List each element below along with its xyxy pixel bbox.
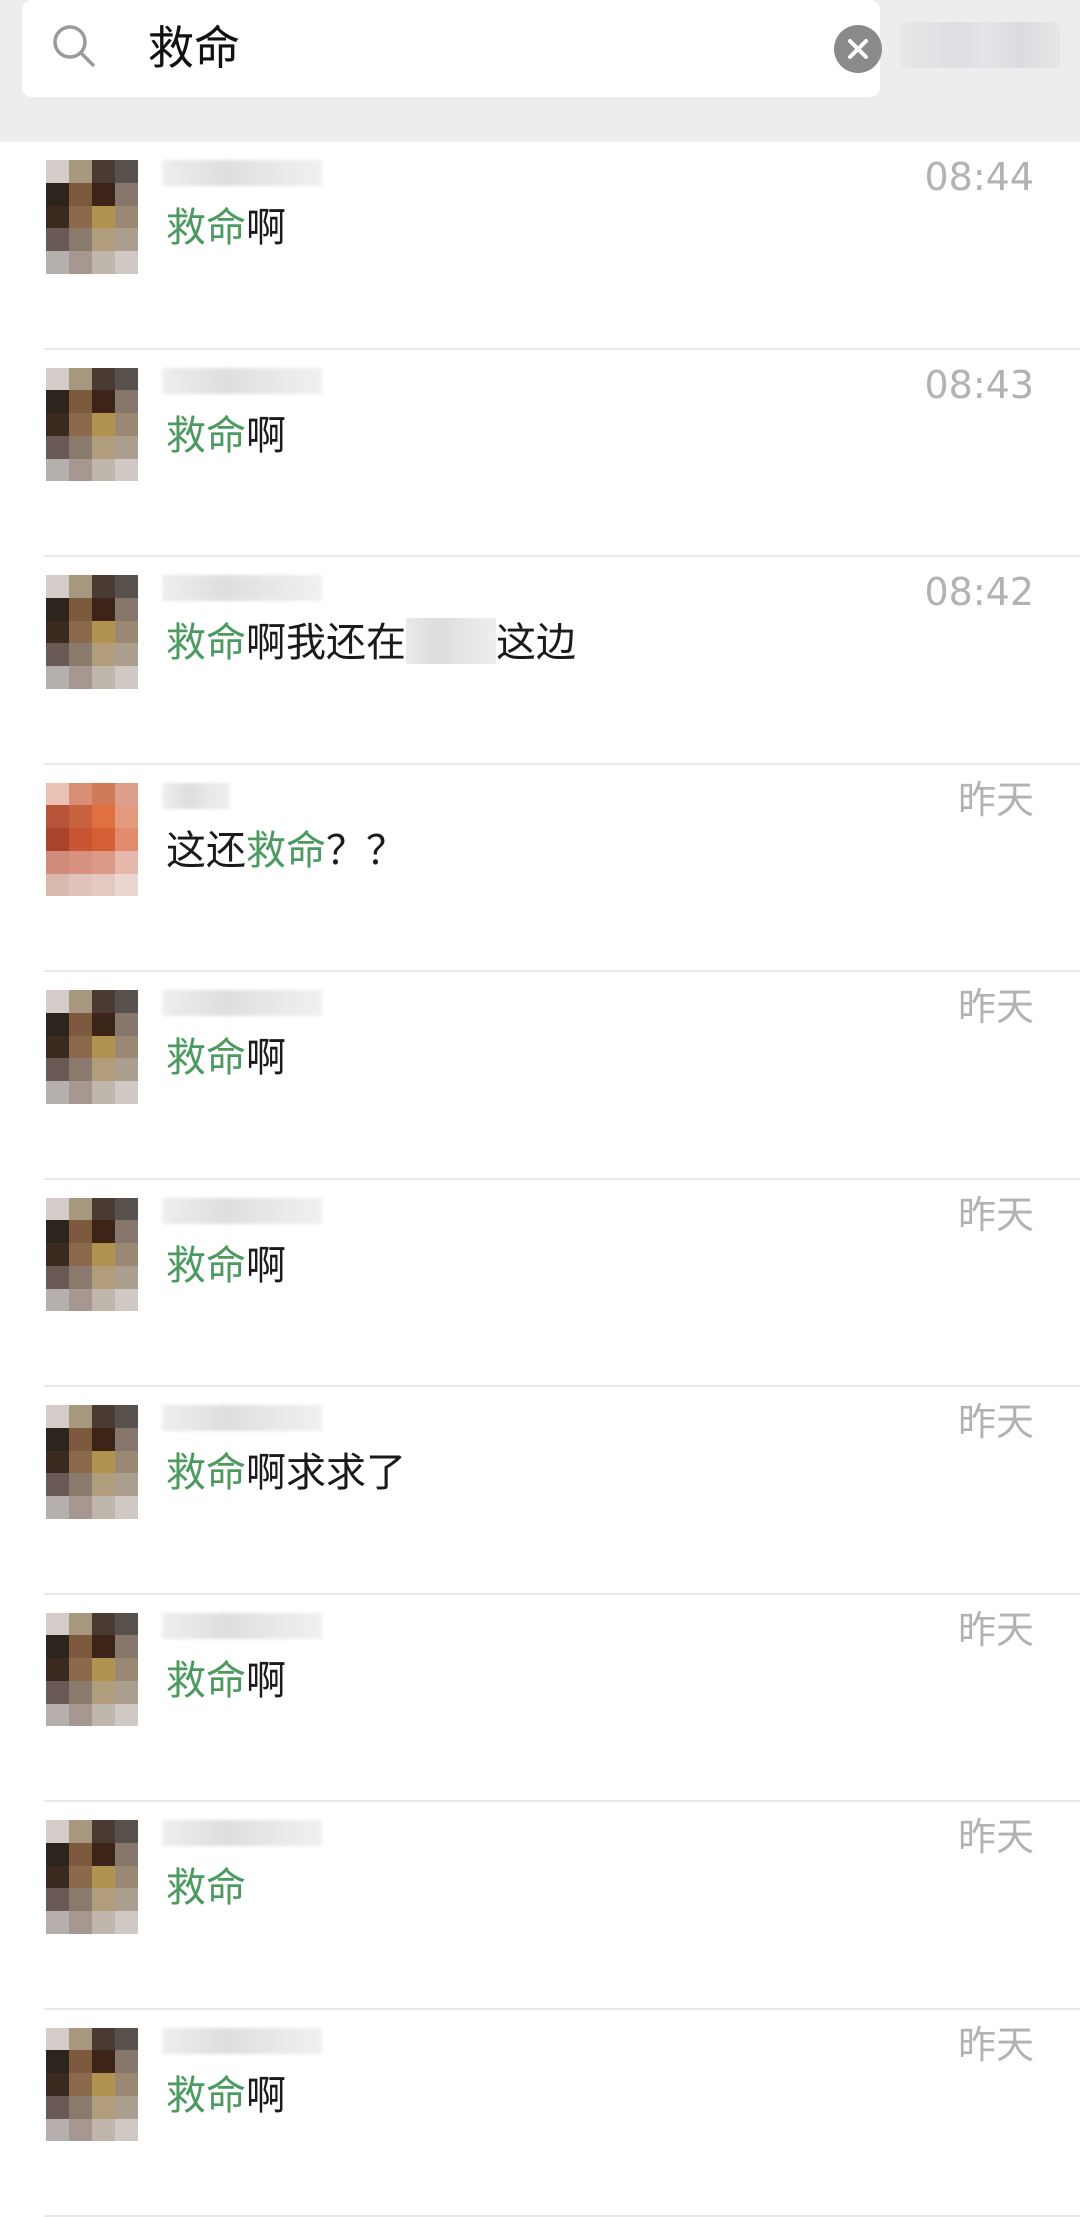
message-snippet: 救命啊我还在 这边 (166, 615, 576, 671)
timestamp: 08:42 (924, 567, 1034, 617)
timestamp: 昨天 (958, 1190, 1034, 1240)
keyword-highlight: 救命 (166, 620, 246, 666)
keyword-highlight: 救命 (166, 1450, 246, 1496)
message-text: 啊 (246, 413, 286, 459)
list-item[interactable]: 救命啊 08:43 (0, 350, 1080, 558)
contact-name-redacted (162, 160, 322, 186)
message-snippet: 救命啊求求了 (166, 1445, 406, 1501)
timestamp: 昨天 (958, 1812, 1034, 1862)
avatar[interactable] (46, 1820, 138, 1934)
message-snippet: 救命 (166, 1860, 246, 1916)
message-text: 啊我还在 (246, 620, 406, 666)
list-item[interactable]: 救命啊 08:44 (0, 142, 1080, 350)
contact-name-redacted (162, 2028, 322, 2054)
keyword-highlight: 救命 (166, 1658, 246, 1704)
avatar[interactable] (46, 1613, 138, 1727)
avatar[interactable] (46, 368, 138, 482)
list-item[interactable]: 救命啊 昨天 (0, 1595, 1080, 1803)
search-query[interactable]: 救命 (148, 16, 240, 80)
message-text: 这还 (166, 828, 246, 874)
message-snippet: 救命啊 (166, 1238, 286, 1294)
avatar[interactable] (46, 783, 138, 897)
avatar[interactable] (46, 1405, 138, 1519)
message-snippet: 救命啊 (166, 2068, 286, 2124)
timestamp: 昨天 (958, 982, 1034, 1032)
timestamp: 昨天 (958, 1397, 1034, 1447)
keyword-highlight: 救命 (166, 413, 246, 459)
message-snippet: 救命啊 (166, 1653, 286, 1709)
message-snippet: 救命啊 (166, 200, 286, 256)
list-item[interactable]: 救命啊 昨天 (0, 2010, 1080, 2217)
list-item[interactable]: 救命啊我还在 这边 08:42 (0, 557, 1080, 765)
contact-name-redacted (162, 1405, 322, 1431)
keyword-highlight: 救命 (166, 1243, 246, 1289)
list-item[interactable]: 救命啊求求了 昨天 (0, 1387, 1080, 1595)
list-item[interactable]: 这还救命？？ 昨天 (0, 765, 1080, 973)
avatar[interactable] (46, 160, 138, 274)
message-text: 啊 (246, 1658, 286, 1704)
list-item[interactable]: 救命啊 昨天 (0, 1180, 1080, 1388)
redacted-text (406, 618, 496, 664)
message-text: 啊 (246, 1243, 286, 1289)
message-snippet: 这还救命？？ (166, 823, 406, 879)
timestamp: 08:44 (924, 152, 1034, 202)
message-text: 啊 (246, 2073, 286, 2119)
list-item[interactable]: 救命 昨天 (0, 1802, 1080, 2010)
clear-search-button[interactable] (834, 25, 882, 73)
avatar[interactable] (46, 2028, 138, 2142)
list-item[interactable]: 救命啊 昨天 (0, 972, 1080, 1180)
avatar[interactable] (46, 1198, 138, 1312)
timestamp: 昨天 (958, 775, 1034, 825)
message-snippet: 救命啊 (166, 408, 286, 464)
contact-name-redacted (162, 575, 322, 601)
avatar[interactable] (46, 990, 138, 1104)
contact-name-redacted (162, 1820, 322, 1846)
close-icon (834, 25, 882, 73)
avatar[interactable] (46, 575, 138, 689)
timestamp: 昨天 (958, 1605, 1034, 1655)
search-header: 救命 (0, 0, 1080, 142)
keyword-highlight: 救命 (166, 1865, 246, 1911)
contact-name-redacted (162, 990, 322, 1016)
message-snippet: 救命啊 (166, 1030, 286, 1086)
timestamp: 昨天 (958, 2020, 1034, 2070)
keyword-highlight: 救命 (246, 828, 326, 874)
message-text: 啊求求了 (246, 1450, 406, 1496)
cancel-button[interactable] (900, 22, 1060, 68)
search-results-list: 救命啊08:44救命啊08:43救命啊我还在这边08:42这还救命？？昨天救命啊… (0, 142, 1080, 2217)
contact-name-redacted (162, 368, 322, 394)
message-text: 啊 (246, 1035, 286, 1081)
message-text: 啊 (246, 205, 286, 251)
keyword-highlight: 救命 (166, 2073, 246, 2119)
message-text: 这边 (496, 620, 576, 666)
timestamp: 08:43 (924, 360, 1034, 410)
contact-name-redacted (162, 783, 230, 809)
contact-name-redacted (162, 1613, 322, 1639)
message-text: ？？ (326, 828, 406, 874)
keyword-highlight: 救命 (166, 1035, 246, 1081)
search-input[interactable]: 救命 (22, 0, 880, 97)
contact-name-redacted (162, 1198, 322, 1224)
search-icon (50, 22, 98, 70)
keyword-highlight: 救命 (166, 205, 246, 251)
